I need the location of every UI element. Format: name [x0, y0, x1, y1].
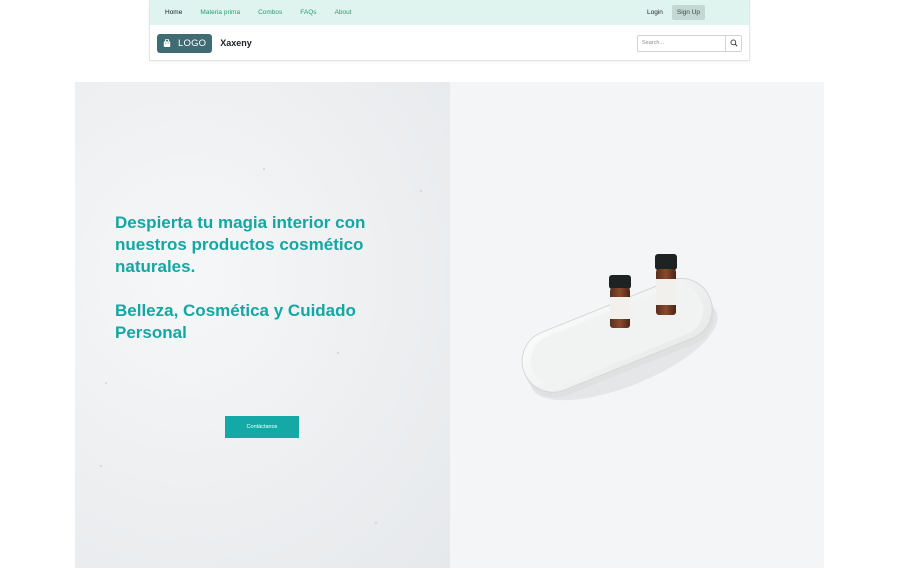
search-input[interactable]: [637, 34, 725, 52]
logo-button[interactable]: LOGO: [157, 33, 213, 53]
texture-speck: [263, 168, 265, 170]
shopping-bag-icon: [163, 39, 171, 47]
contact-button[interactable]: Contáctanos: [225, 416, 299, 438]
nav-link-about[interactable]: About: [335, 9, 352, 16]
texture-speck: [100, 465, 102, 467]
search-form: [637, 34, 742, 52]
signup-button[interactable]: Sign Up: [671, 5, 705, 20]
texture-speck: [420, 190, 422, 192]
texture-speck: [337, 352, 339, 354]
hero-section: Despierta tu magia interior con nuestros…: [75, 82, 824, 568]
hero-subheadline: Belleza, Cosmética y Cuidado Personal: [115, 301, 356, 342]
hero-text-panel: Despierta tu magia interior con nuestros…: [75, 82, 450, 568]
nav-link-materia-prima[interactable]: Materia prima: [200, 9, 240, 16]
texture-speck: [375, 522, 377, 524]
nav-link-combos[interactable]: Combos: [258, 9, 282, 16]
login-link[interactable]: Login: [647, 9, 663, 16]
hero-image-panel: [450, 82, 824, 568]
hero-headline: Despierta tu magia interior con nuestros…: [115, 213, 366, 276]
top-navigation: Home Materia prima Combos FAQs About Log…: [150, 0, 749, 25]
search-button[interactable]: [725, 34, 742, 52]
search-icon: [730, 39, 738, 47]
brand-name: Xaxeny: [220, 38, 252, 48]
logo-label: LOGO: [178, 37, 207, 49]
nav-link-faqs[interactable]: FAQs: [300, 9, 316, 16]
brand-bar: LOGO Xaxeny: [150, 25, 749, 61]
product-photo: [521, 254, 718, 401]
site-header: Home Materia prima Combos FAQs About Log…: [149, 0, 750, 61]
texture-speck: [105, 382, 107, 384]
nav-link-home[interactable]: Home: [165, 9, 182, 16]
